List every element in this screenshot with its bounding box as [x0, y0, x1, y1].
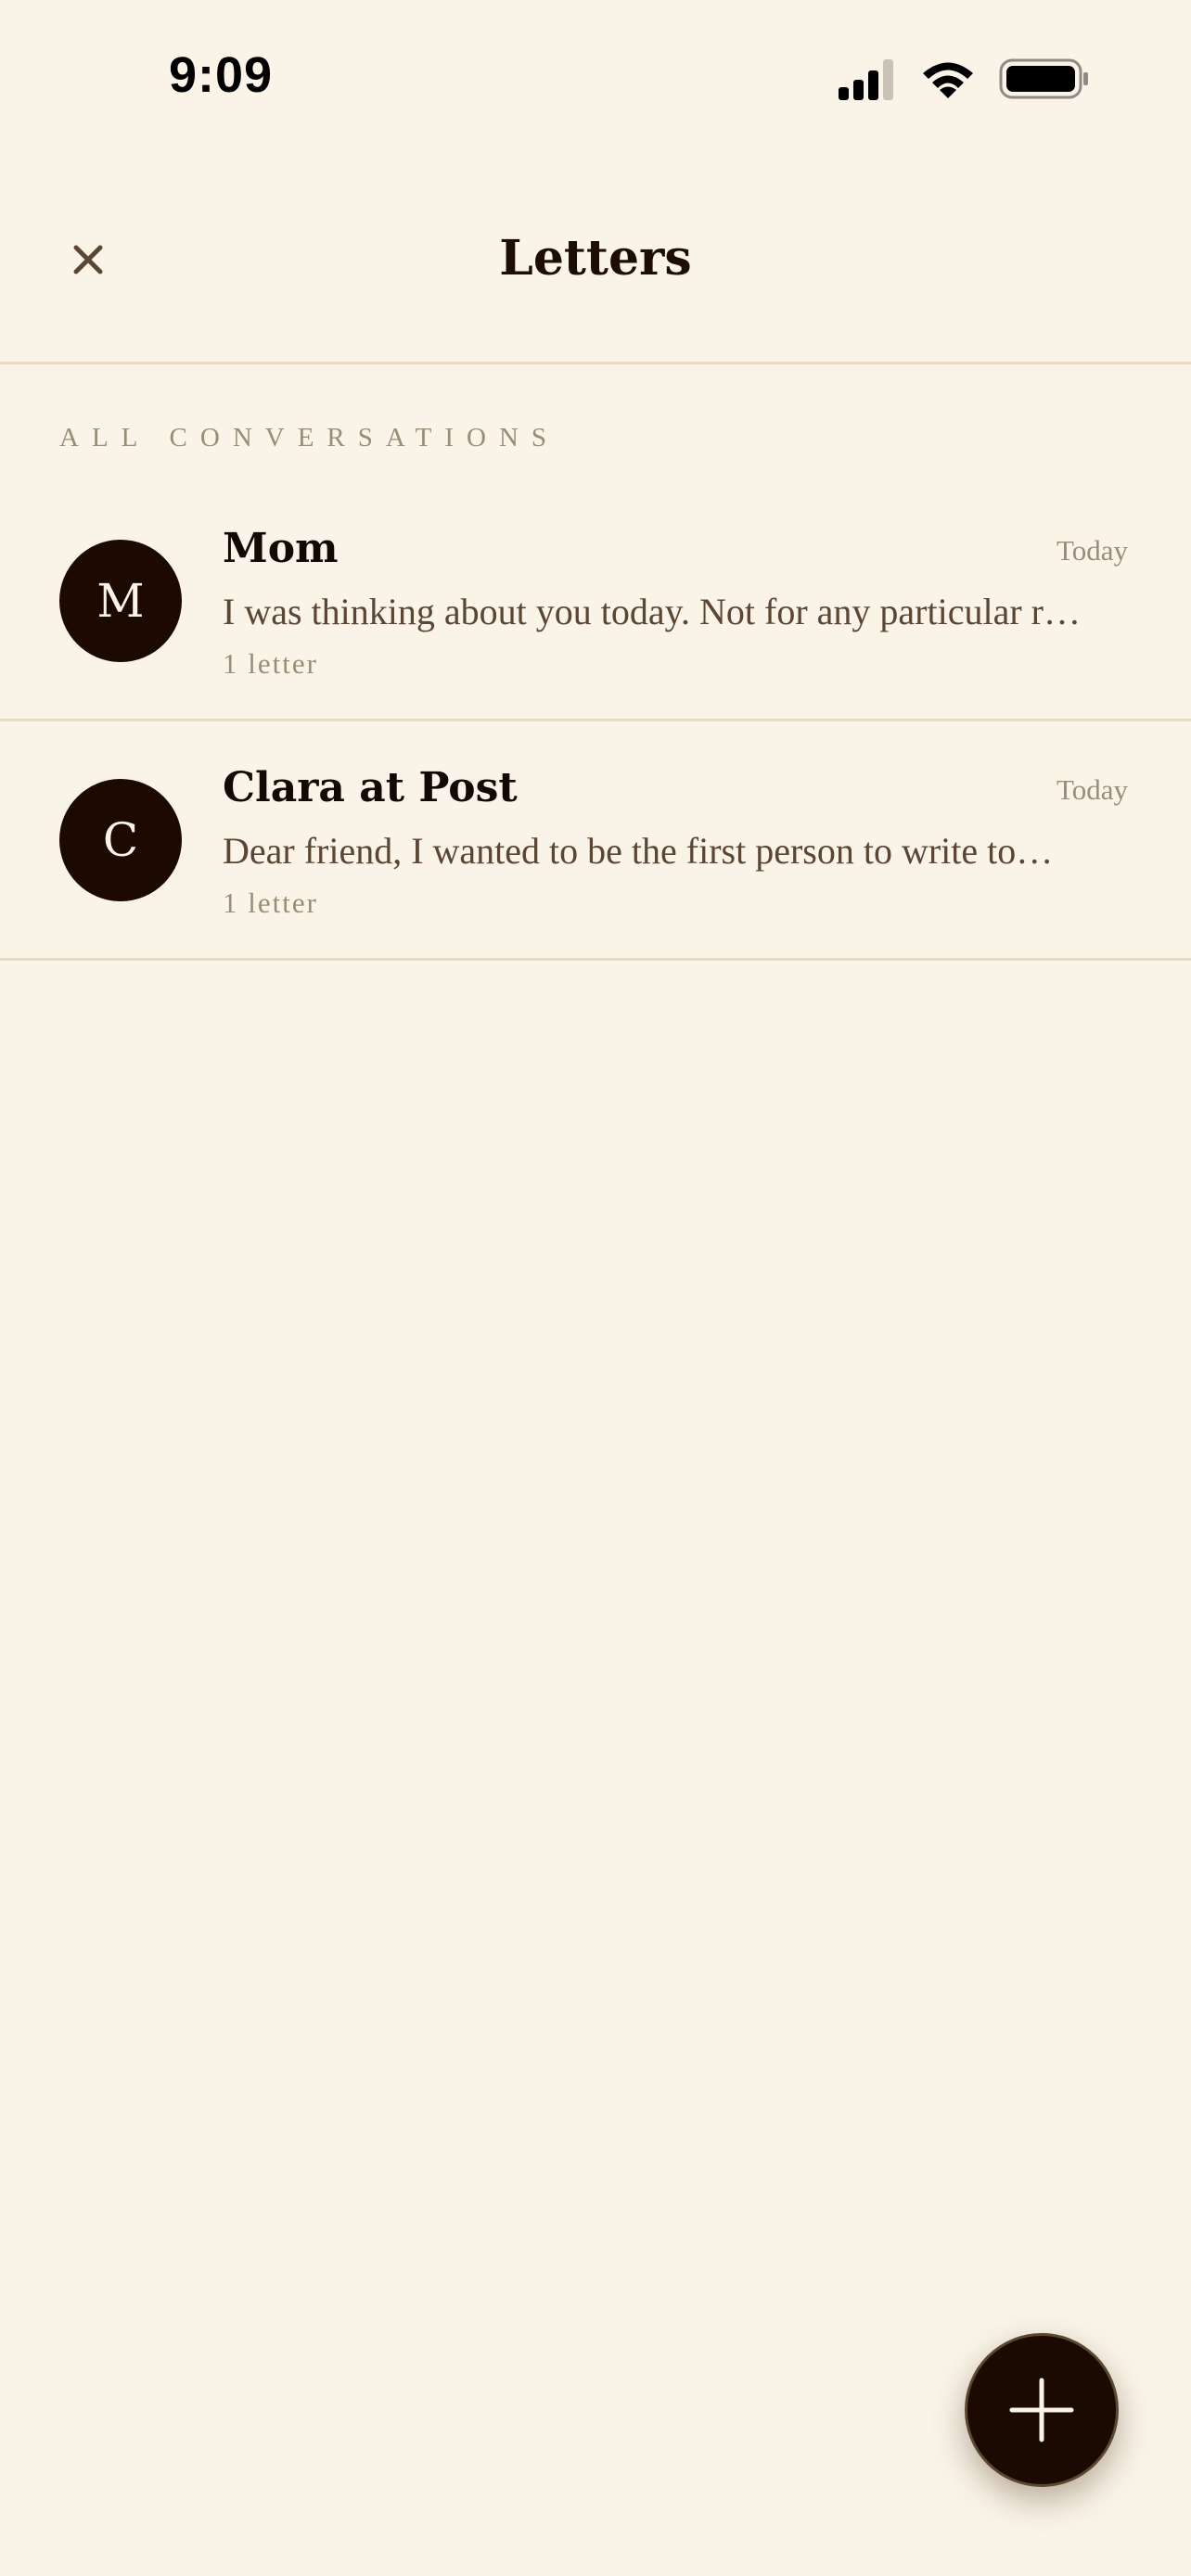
wifi-icon [923, 62, 973, 98]
conversation-date: Today [1056, 534, 1128, 567]
conversation-name: Clara at Post [223, 764, 518, 811]
battery-icon [999, 58, 1088, 99]
letter-count: 1 letter [223, 886, 318, 919]
status-icons [839, 56, 1089, 102]
conversation-list: M Mom Today I was thinking about you tod… [0, 482, 1191, 961]
section-label: ALL CONVERSATIONS [59, 423, 560, 453]
conversation-preview: I was thinking about you today. Not for … [223, 591, 1081, 632]
avatar: M [59, 540, 182, 662]
conversation-name: Mom [223, 525, 339, 572]
conversation-row-clara[interactable]: C Clara at Post Today Dear friend, I wan… [0, 721, 1191, 961]
avatar: C [59, 779, 182, 901]
conversation-preview: Dear friend, I wanted to be the first pe… [223, 830, 1054, 872]
cellular-signal-icon [839, 59, 893, 100]
plus-icon [1009, 2378, 1074, 2442]
page-title: Letters [499, 230, 692, 287]
conversation-date: Today [1056, 773, 1128, 806]
nav-bar: Letters [0, 204, 1191, 364]
new-letter-button[interactable] [965, 2333, 1119, 2487]
status-bar: 9:09 [0, 0, 1191, 158]
conversation-row-mom[interactable]: M Mom Today I was thinking about you tod… [0, 482, 1191, 721]
letter-count: 1 letter [223, 647, 318, 680]
status-time: 9:09 [169, 47, 274, 103]
